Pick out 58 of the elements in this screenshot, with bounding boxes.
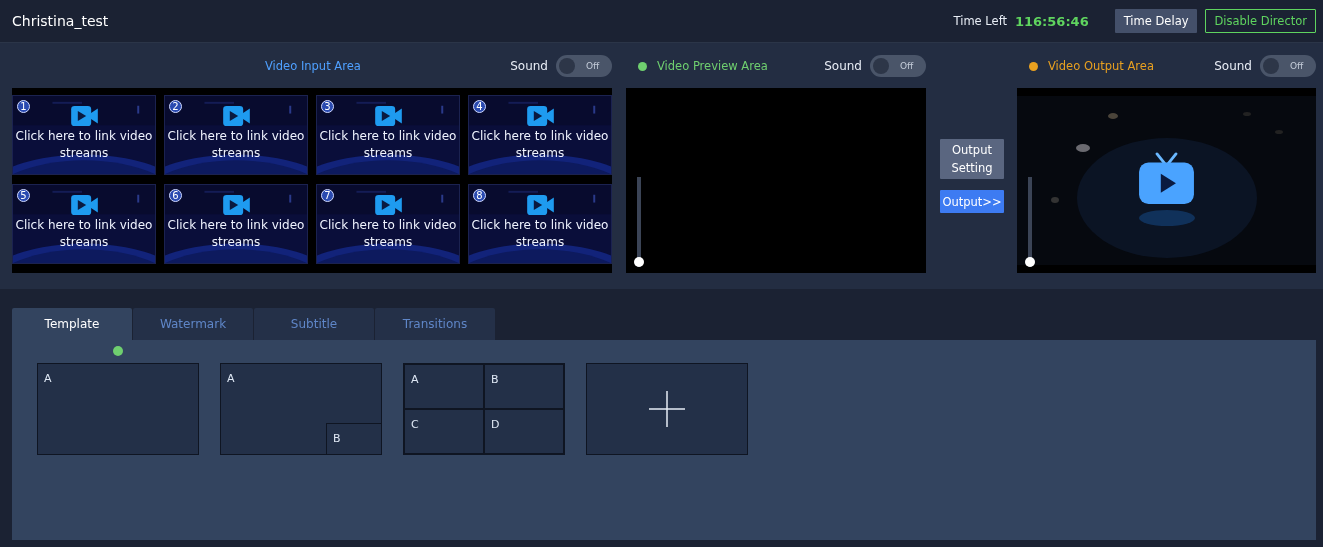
video-slot[interactable]: 5 Click here to link video streams: [12, 184, 156, 264]
output-button[interactable]: Output>>: [940, 190, 1004, 213]
tab[interactable]: Transitions: [375, 308, 495, 340]
link-stream-text: Click here to link video streams: [166, 128, 306, 162]
cell-label: B: [491, 373, 499, 386]
sound-toggle[interactable]: Off: [1260, 55, 1316, 77]
video-slot[interactable]: 1 Click here to link video streams: [12, 95, 156, 175]
video-slot[interactable]: 6 Click here to link video streams: [164, 184, 308, 264]
sound-label: Sound: [510, 59, 548, 73]
link-stream-text: Click here to link video streams: [318, 128, 458, 162]
cell-label: D: [491, 418, 500, 431]
video-camera-icon: [70, 195, 98, 215]
tab[interactable]: Subtitle: [254, 308, 374, 340]
cell-label: A: [411, 373, 419, 386]
area-title: Video Preview Area: [657, 59, 768, 73]
video-slot[interactable]: 4 Click here to link video streams: [468, 95, 612, 175]
area-title: Video Input Area: [265, 59, 361, 73]
time-left-value: 116:56:46: [1015, 13, 1089, 29]
volume-slider[interactable]: [634, 177, 644, 267]
link-stream-text: Click here to link video streams: [470, 128, 610, 162]
tab[interactable]: Watermark: [133, 308, 253, 340]
link-stream-text: Click here to link video streams: [470, 217, 610, 251]
layout-template[interactable]: A B: [220, 363, 382, 455]
tv-play-icon: [1138, 152, 1195, 205]
video-slot[interactable]: 3 Click here to link video streams: [316, 95, 460, 175]
cell-label: A: [44, 372, 52, 385]
video-camera-icon: [526, 106, 554, 126]
video-camera-icon: [222, 106, 250, 126]
volume-slider[interactable]: [1025, 177, 1035, 267]
tab[interactable]: Template: [12, 308, 132, 340]
link-stream-text: Click here to link video streams: [14, 128, 154, 162]
sound-label: Sound: [824, 59, 862, 73]
time-left-label: Time Left: [953, 14, 1007, 28]
video-slot[interactable]: 7 Click here to link video streams: [316, 184, 460, 264]
video-camera-icon: [70, 106, 98, 126]
sound-label: Sound: [1214, 59, 1252, 73]
disable-director-button[interactable]: Disable Director: [1205, 9, 1316, 33]
video-camera-icon: [222, 195, 250, 215]
sound-toggle[interactable]: Off: [556, 55, 612, 77]
link-stream-text: Click here to link video streams: [318, 217, 458, 251]
area-title: Video Output Area: [1048, 59, 1154, 73]
project-title: Christina_test: [12, 13, 109, 29]
link-stream-text: Click here to link video streams: [14, 217, 154, 251]
video-slot[interactable]: 8 Click here to link video streams: [468, 184, 612, 264]
time-delay-button[interactable]: Time Delay: [1114, 9, 1198, 33]
link-stream-text: Click here to link video streams: [166, 217, 306, 251]
video-camera-icon: [526, 195, 554, 215]
video-slot[interactable]: 2 Click here to link video streams: [164, 95, 308, 175]
cell-label: A: [227, 372, 235, 385]
sound-toggle[interactable]: Off: [870, 55, 926, 77]
layout-template[interactable]: A: [37, 363, 199, 455]
plus-icon: [649, 391, 685, 427]
video-camera-icon: [374, 195, 402, 215]
cell-label: B: [333, 432, 341, 445]
output-setting-button[interactable]: Output Setting: [940, 139, 1004, 179]
layout-template[interactable]: A B C D: [403, 363, 565, 455]
video-camera-icon: [374, 106, 402, 126]
cell-label: C: [411, 418, 419, 431]
